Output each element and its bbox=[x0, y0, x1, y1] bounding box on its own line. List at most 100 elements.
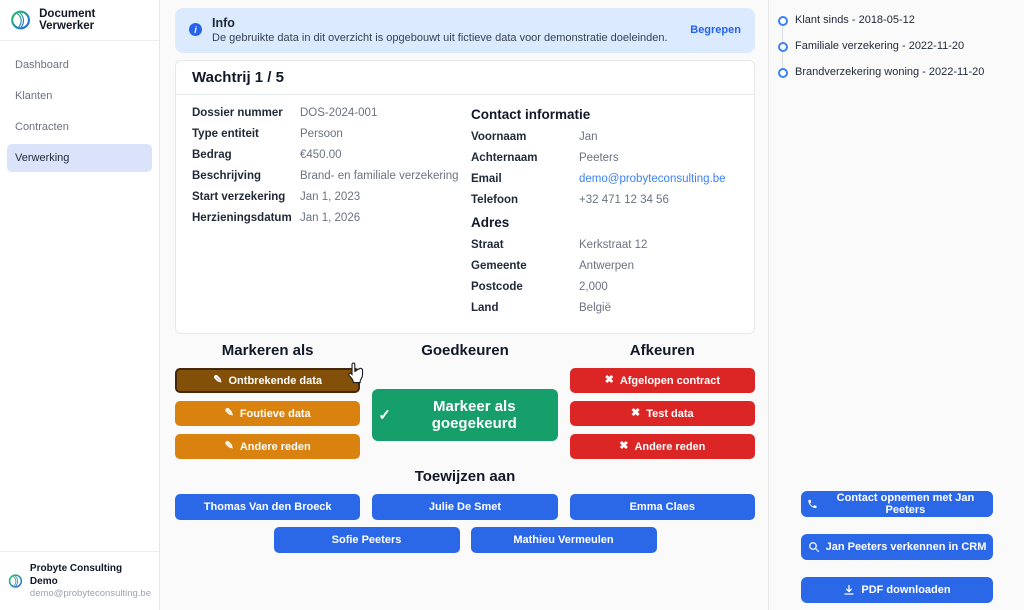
assign-section: Toewijzen aan Thomas Van den Broeck Juli… bbox=[175, 468, 755, 553]
approve-column: Goedkeuren ✓Markeer als goegekeurd bbox=[372, 342, 557, 459]
detail-value: Persoon bbox=[300, 128, 459, 141]
assign-sofie-button[interactable]: Sofie Peeters bbox=[274, 527, 460, 553]
sidebar-item-klanten[interactable]: Klanten bbox=[7, 82, 152, 110]
mark-foutieve-data-button[interactable]: ✎Foutieve data bbox=[175, 401, 360, 426]
contact-value: Peeters bbox=[579, 152, 738, 165]
contact-heading: Contact informatie bbox=[471, 107, 738, 122]
detail-value: Jan 1, 2023 bbox=[300, 191, 459, 204]
detail-row: Start verzekeringJan 1, 2023 bbox=[192, 191, 459, 204]
download-pdf-button[interactable]: PDF downloaden bbox=[801, 577, 993, 603]
mark-andere-reden-button[interactable]: ✎Andere reden bbox=[175, 434, 360, 459]
mark-heading: Markeren als bbox=[175, 342, 360, 359]
contact-label: Telefoon bbox=[471, 194, 579, 207]
mark-column: Markeren als ✎Ontbrekende data ✎Foutieve… bbox=[175, 342, 360, 459]
address-value: België bbox=[579, 302, 738, 315]
contact-value: Jan bbox=[579, 131, 738, 144]
address-label: Gemeente bbox=[471, 260, 579, 273]
timeline-item: Familiale verzekering - 2022-11-20 bbox=[769, 40, 1024, 53]
contact-label: Email bbox=[471, 173, 579, 186]
app-title: Document Verwerker bbox=[39, 8, 149, 32]
right-panel: Klant sinds - 2018-05-12 Familiale verze… bbox=[768, 0, 1024, 610]
assign-julie-button[interactable]: Julie De Smet bbox=[372, 494, 557, 520]
address-row: Postcode2,000 bbox=[471, 281, 738, 294]
timeline-item: Brandverzekering woning - 2022-11-20 bbox=[769, 66, 1024, 79]
address-value: Kerkstraat 12 bbox=[579, 239, 738, 252]
main-content: i Info De gebruikte data in dit overzich… bbox=[160, 0, 768, 610]
address-row: GemeenteAntwerpen bbox=[471, 260, 738, 273]
detail-row: Bedrag€450.00 bbox=[192, 149, 459, 162]
contact-row: Telefoon+32 471 12 34 56 bbox=[471, 194, 738, 207]
detail-row: Dossier nummerDOS-2024-001 bbox=[192, 107, 459, 120]
contact-label: Voornaam bbox=[471, 131, 579, 144]
info-banner: i Info De gebruikte data in dit overzich… bbox=[175, 8, 755, 53]
mark-ontbrekende-data-button[interactable]: ✎Ontbrekende data bbox=[175, 368, 360, 393]
decision-actions: Markeren als ✎Ontbrekende data ✎Foutieve… bbox=[175, 342, 755, 459]
sidebar-item-verwerking[interactable]: Verwerking bbox=[7, 144, 152, 172]
queue-card: Wachtrij 1 / 5 Dossier nummerDOS-2024-00… bbox=[175, 60, 755, 334]
assign-emma-button[interactable]: Emma Claes bbox=[570, 494, 755, 520]
address-label: Postcode bbox=[471, 281, 579, 294]
phone-icon bbox=[807, 498, 818, 510]
address-value: 2,000 bbox=[579, 281, 738, 294]
timeline-item: Klant sinds - 2018-05-12 bbox=[769, 14, 1024, 27]
address-row: StraatKerkstraat 12 bbox=[471, 239, 738, 252]
info-banner-message: De gebruikte data in dit overzicht is op… bbox=[212, 32, 668, 44]
x-icon: ✖ bbox=[605, 375, 614, 386]
detail-label: Beschrijving bbox=[192, 170, 300, 183]
address-value: Antwerpen bbox=[579, 260, 738, 273]
check-icon: ✓ bbox=[378, 408, 391, 423]
info-icon: i bbox=[189, 23, 202, 36]
assign-heading: Toewijzen aan bbox=[175, 468, 755, 485]
detail-row: BeschrijvingBrand- en familiale verzeker… bbox=[192, 170, 459, 183]
assign-mathieu-button[interactable]: Mathieu Vermeulen bbox=[471, 527, 657, 553]
contact-row: AchternaamPeeters bbox=[471, 152, 738, 165]
app-logo-icon bbox=[10, 9, 31, 31]
approve-button[interactable]: ✓Markeer als goegekeurd bbox=[372, 389, 557, 441]
sidebar-footer: Probyte Consulting Demo demo@probytecons… bbox=[0, 551, 159, 610]
dossier-details: Dossier nummerDOS-2024-001 Type entiteit… bbox=[192, 107, 459, 323]
pencil-icon: ✎ bbox=[225, 408, 234, 419]
detail-value: Brand- en familiale verzekering bbox=[300, 170, 459, 183]
reject-test-data-button[interactable]: ✖Test data bbox=[570, 401, 755, 426]
address-label: Straat bbox=[471, 239, 579, 252]
pencil-icon: ✎ bbox=[225, 441, 234, 452]
pencil-icon: ✎ bbox=[213, 375, 222, 386]
address-heading: Adres bbox=[471, 215, 738, 230]
reject-andere-reden-button[interactable]: ✖Andere reden bbox=[570, 434, 755, 459]
detail-label: Type entiteit bbox=[192, 128, 300, 141]
customer-timeline: Klant sinds - 2018-05-12 Familiale verze… bbox=[769, 14, 1024, 92]
address-label: Land bbox=[471, 302, 579, 315]
detail-label: Start verzekering bbox=[192, 191, 300, 204]
explore-crm-button[interactable]: Jan Peeters verkennen in CRM bbox=[801, 534, 993, 560]
email-link[interactable]: demo@probyteconsulting.be bbox=[579, 173, 738, 186]
queue-title: Wachtrij 1 / 5 bbox=[176, 61, 754, 95]
sidebar-nav: Dashboard Klanten Contracten Verwerking bbox=[0, 41, 159, 182]
contact-info: Contact informatie VoornaamJan Achternaa… bbox=[471, 107, 738, 323]
sidebar-header: Document Verwerker bbox=[0, 0, 159, 41]
detail-row: HerzieningsdatumJan 1, 2026 bbox=[192, 212, 459, 225]
banner-dismiss-button[interactable]: Begrepen bbox=[690, 24, 741, 36]
sidebar-item-contracten[interactable]: Contracten bbox=[7, 113, 152, 141]
detail-row: Type entiteitPersoon bbox=[192, 128, 459, 141]
contact-row: Emaildemo@probyteconsulting.be bbox=[471, 173, 738, 186]
detail-label: Dossier nummer bbox=[192, 107, 300, 120]
approve-heading: Goedkeuren bbox=[372, 342, 557, 359]
footer-account-email: demo@probyteconsulting.be bbox=[30, 588, 151, 600]
detail-value: DOS-2024-001 bbox=[300, 107, 459, 120]
info-banner-title: Info bbox=[212, 16, 668, 30]
footer-logo-icon bbox=[8, 568, 23, 594]
assign-thomas-button[interactable]: Thomas Van den Broeck bbox=[175, 494, 360, 520]
x-icon: ✖ bbox=[619, 441, 628, 452]
reject-afgelopen-contract-button[interactable]: ✖Afgelopen contract bbox=[570, 368, 755, 393]
contact-customer-button[interactable]: Contact opnemen met Jan Peeters bbox=[801, 491, 993, 517]
detail-value: Jan 1, 2026 bbox=[300, 212, 459, 225]
reject-heading: Afkeuren bbox=[570, 342, 755, 359]
right-actions: Contact opnemen met Jan Peeters Jan Peet… bbox=[769, 491, 1024, 603]
contact-label: Achternaam bbox=[471, 152, 579, 165]
detail-label: Herzieningsdatum bbox=[192, 212, 300, 225]
sidebar-item-dashboard[interactable]: Dashboard bbox=[7, 51, 152, 79]
sidebar: Document Verwerker Dashboard Klanten Con… bbox=[0, 0, 160, 610]
address-row: LandBelgië bbox=[471, 302, 738, 315]
download-icon bbox=[843, 584, 855, 596]
contact-row: VoornaamJan bbox=[471, 131, 738, 144]
